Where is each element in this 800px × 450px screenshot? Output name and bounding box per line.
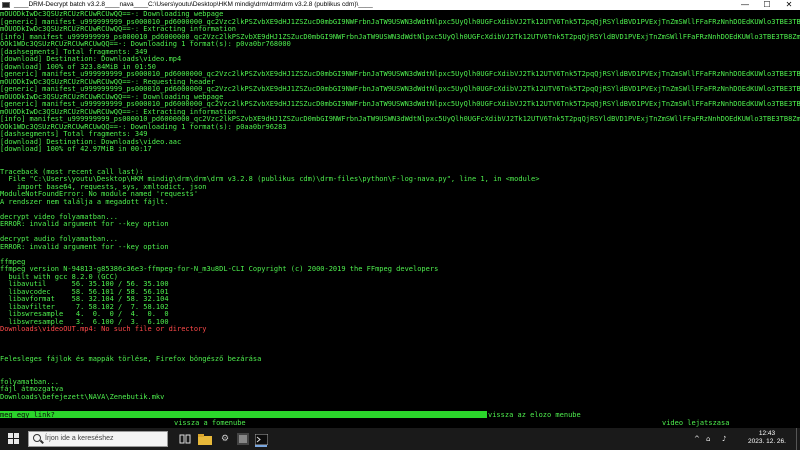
app-icon[interactable] bbox=[234, 431, 252, 447]
terminal-icon[interactable] bbox=[252, 431, 270, 447]
console-line: Downloads\befejezett\NAVA\Zenebutik.mkv bbox=[0, 392, 165, 401]
settings-icon[interactable]: ⚙ bbox=[216, 431, 234, 447]
back-to-previous-menu[interactable]: vissza az elozo menube bbox=[488, 411, 581, 419]
system-clock[interactable]: 12:43 2023. 12. 26. bbox=[744, 430, 790, 446]
volume-icon[interactable]: ♪ bbox=[722, 428, 726, 450]
taskbar: Írjon ide a kereséshez ⚙ ^ ⌂ ♪ 12:43 202… bbox=[0, 428, 800, 450]
clock-date: 2023. 12. 26. bbox=[748, 438, 786, 445]
menu-highlight-bar bbox=[0, 411, 487, 418]
search-placeholder: Írjon ide a kereséshez bbox=[45, 435, 114, 442]
link-prompt[interactable]: meg egy link? bbox=[0, 411, 55, 419]
search-icon bbox=[33, 434, 41, 442]
play-video-option[interactable]: video lejatszasa bbox=[662, 419, 729, 427]
task-view-icon[interactable] bbox=[176, 431, 194, 447]
windows-start-icon[interactable] bbox=[8, 433, 20, 445]
maximize-button[interactable]: ☐ bbox=[756, 0, 778, 10]
minimize-button[interactable]: — bbox=[734, 0, 756, 10]
file-explorer-icon[interactable] bbox=[196, 431, 214, 447]
console-output[interactable]: mOUODkIwDc3QSUzRCUzRCUwRCUwQQ==-: Downlo… bbox=[0, 10, 800, 410]
taskbar-search-box[interactable]: Írjon ide a kereséshez bbox=[28, 431, 168, 447]
back-to-main-menu[interactable]: vissza a fomenube bbox=[174, 419, 246, 427]
window-title-bar[interactable]: ____DRM-Decrypt batch v3.2.8____nava____… bbox=[0, 0, 800, 10]
close-button[interactable]: ✕ bbox=[778, 0, 800, 10]
clock-time: 12:43 bbox=[758, 430, 776, 437]
menu-bar: meg egy link? vissza az elozo menube vis… bbox=[0, 410, 800, 428]
network-icon[interactable]: ⌂ bbox=[706, 428, 710, 450]
window-title: ____DRM-Decrypt batch v3.2.8____nava____… bbox=[14, 1, 373, 8]
tray-chevron-icon[interactable]: ^ bbox=[694, 428, 700, 450]
console-app-icon bbox=[2, 2, 10, 8]
window-controls: — ☐ ✕ bbox=[734, 0, 800, 10]
show-desktop-button[interactable] bbox=[796, 428, 800, 450]
